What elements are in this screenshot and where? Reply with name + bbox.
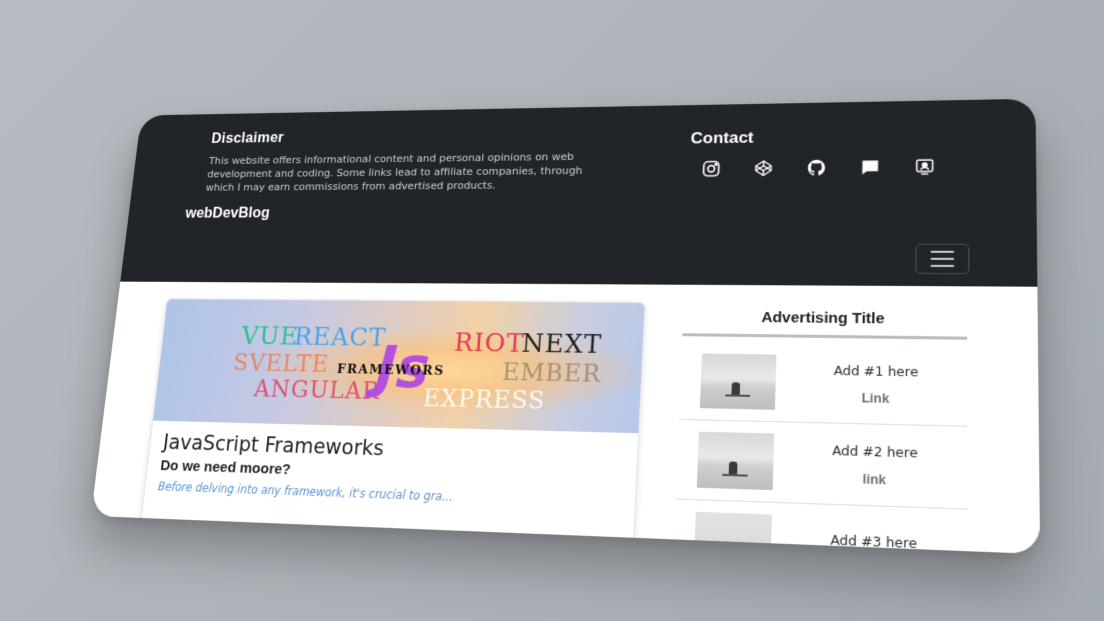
article-body: JavaScript Frameworks Do we need moore? … <box>144 421 639 521</box>
ad-thumbnail-image <box>696 431 775 491</box>
browser-window: Disclaimer This website offers informati… <box>90 98 1041 555</box>
disclaimer-text: This website offers informational conten… <box>205 150 583 194</box>
ad-item: Add #1 here Link <box>678 342 968 427</box>
codepen-icon[interactable] <box>753 159 774 178</box>
advertising-sidebar: Advertising Title Add #1 here Link Add #… <box>672 308 968 555</box>
contact-card-icon[interactable] <box>914 157 935 177</box>
toggler-bar <box>930 257 955 260</box>
surfboard <box>722 473 748 477</box>
ad-link[interactable]: Link <box>861 390 889 405</box>
ad-label: Add #1 here <box>833 362 919 379</box>
hero-word-vue: VUE <box>240 322 300 352</box>
hero-word-svelte: SVELTE <box>231 349 331 378</box>
navbar <box>120 238 1037 287</box>
ad-link[interactable]: link <box>862 471 886 487</box>
ad-text: Add #1 here Link <box>775 361 967 407</box>
main-content: VUE REACT SVELTE ANGULAR Js FRAMEWORS RI… <box>90 281 1041 555</box>
ad-thumbnail-image <box>693 511 772 555</box>
contact-title: Contact <box>690 128 754 148</box>
stage: Disclaimer This website offers informati… <box>0 0 1104 621</box>
hero-word-angular: ANGULAR <box>252 375 382 405</box>
ad-text: Add #3 here <box>771 529 967 554</box>
instagram-icon[interactable] <box>701 159 722 178</box>
contact-icons <box>701 156 978 178</box>
toggler-bar <box>930 250 955 253</box>
hero-word-riot: RIOT <box>453 328 526 359</box>
toggler-bar <box>930 264 955 267</box>
article-hero-image: VUE REACT SVELTE ANGULAR Js FRAMEWORS RI… <box>153 299 645 434</box>
chat-icon[interactable] <box>860 157 881 177</box>
ad-text: Add #2 here link <box>773 440 967 489</box>
advertising-title: Advertising Title <box>682 308 968 340</box>
top-band: Disclaimer This website offers informati… <box>120 98 1038 287</box>
hero-word-next: NEXT <box>520 329 603 360</box>
hero-word-express: EXPRESS <box>422 384 547 415</box>
ad-label: Add #2 here <box>831 441 918 461</box>
hero-word-ember: EMBER <box>501 358 602 388</box>
ad-item: Add #2 here link <box>675 419 968 510</box>
hero-word-react: REACT <box>292 322 388 353</box>
disclaimer-section: Disclaimer This website offers informati… <box>205 125 604 194</box>
disclaimer-title: Disclaimer <box>210 130 285 147</box>
hero-word-frameworks: FRAMEWORS <box>336 362 445 379</box>
ad-thumbnail-image <box>699 353 777 410</box>
contact-section: Contact <box>689 125 978 179</box>
navbar-brand[interactable]: webDevBlog <box>185 206 271 223</box>
surfboard <box>725 394 751 397</box>
hamburger-menu-icon[interactable] <box>915 243 970 275</box>
github-icon[interactable] <box>806 158 827 177</box>
ad-item: Add #3 here <box>672 499 968 555</box>
ad-label: Add #3 here <box>830 531 918 551</box>
article-card[interactable]: VUE REACT SVELTE ANGULAR Js FRAMEWORS RI… <box>139 298 646 549</box>
